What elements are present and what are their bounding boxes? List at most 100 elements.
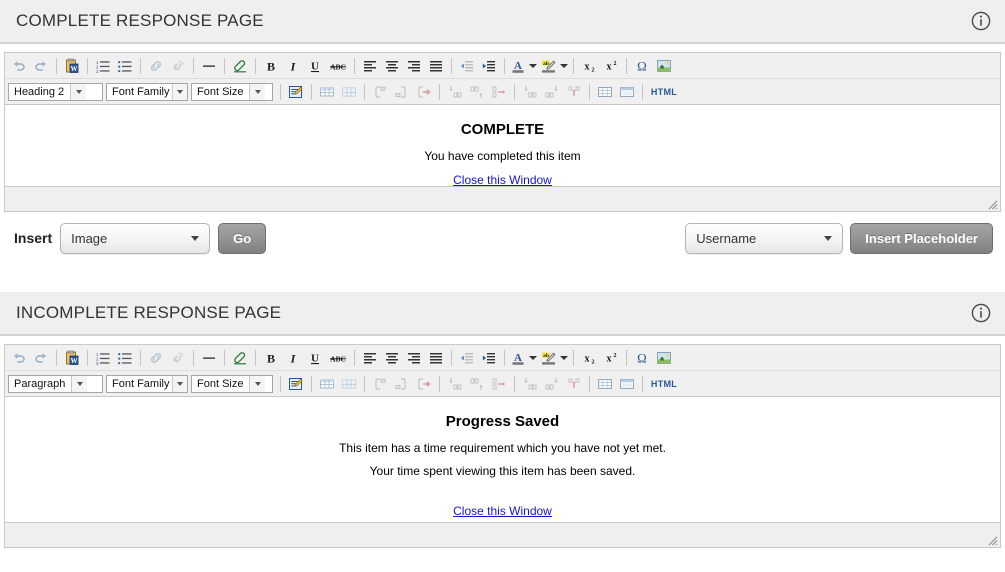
merge-cells-icon[interactable] bbox=[413, 81, 435, 103]
italic-icon[interactable]: I bbox=[282, 347, 304, 369]
edit-html-source-icon[interactable] bbox=[285, 81, 307, 103]
insert-row-before-icon[interactable] bbox=[444, 81, 466, 103]
insert-image-icon[interactable] bbox=[653, 347, 675, 369]
indent-icon[interactable] bbox=[478, 347, 500, 369]
unordered-list-icon[interactable] bbox=[114, 55, 136, 77]
format-select[interactable]: Heading 2 bbox=[8, 82, 103, 101]
strikethrough-icon[interactable]: ABC bbox=[326, 347, 350, 369]
ordered-list-icon[interactable]: 1 2 3 bbox=[92, 347, 114, 369]
go-button[interactable]: Go bbox=[218, 222, 267, 254]
align-left-icon[interactable] bbox=[359, 347, 381, 369]
text-color-dropdown-icon[interactable] bbox=[527, 55, 538, 77]
delete-column-icon[interactable] bbox=[563, 373, 585, 395]
font-family-select[interactable]: Font Family bbox=[106, 374, 188, 393]
delete-table-icon[interactable] bbox=[369, 81, 391, 103]
font-size-select[interactable]: Font Size bbox=[191, 82, 273, 101]
table-grid-icon[interactable] bbox=[594, 373, 616, 395]
indent-icon[interactable] bbox=[478, 55, 500, 77]
resize-handle-icon[interactable] bbox=[984, 196, 998, 210]
text-color-dropdown-icon[interactable] bbox=[527, 347, 538, 369]
table-cell-properties-icon[interactable] bbox=[391, 373, 413, 395]
align-justify-icon[interactable] bbox=[425, 55, 447, 77]
text-color-icon[interactable]: A bbox=[509, 347, 527, 369]
delete-row-icon[interactable] bbox=[488, 81, 510, 103]
insert-column-before-icon[interactable] bbox=[519, 373, 541, 395]
text-color-icon[interactable]: A bbox=[509, 55, 527, 77]
align-justify-icon[interactable] bbox=[425, 347, 447, 369]
chevron-down-icon[interactable] bbox=[249, 375, 266, 392]
insert-row-after-icon[interactable] bbox=[466, 373, 488, 395]
editor-content-incomplete[interactable]: Progress Saved This item has a time requ… bbox=[5, 397, 1000, 522]
align-center-icon[interactable] bbox=[381, 55, 403, 77]
resize-handle-icon[interactable] bbox=[984, 532, 998, 546]
info-circle-icon[interactable] bbox=[971, 11, 991, 31]
undo-icon[interactable] bbox=[8, 347, 30, 369]
remove-format-icon[interactable] bbox=[229, 55, 251, 77]
subscript-icon[interactable]: x2 bbox=[578, 347, 600, 369]
align-center-icon[interactable] bbox=[381, 347, 403, 369]
delete-table-icon[interactable] bbox=[369, 373, 391, 395]
info-circle-icon[interactable] bbox=[971, 303, 991, 323]
ordered-list-icon[interactable]: 1 2 3 bbox=[92, 55, 114, 77]
table-header-icon[interactable] bbox=[616, 373, 638, 395]
close-window-link[interactable]: Close this Window bbox=[453, 504, 552, 518]
insert-column-after-icon[interactable] bbox=[541, 81, 563, 103]
table-cell-properties-icon[interactable] bbox=[391, 81, 413, 103]
special-character-icon[interactable]: Ω bbox=[631, 347, 653, 369]
special-character-icon[interactable]: Ω bbox=[631, 55, 653, 77]
paste-from-word-icon[interactable]: W bbox=[61, 347, 83, 369]
insert-table-icon[interactable] bbox=[316, 81, 338, 103]
align-left-icon[interactable] bbox=[359, 55, 381, 77]
unordered-list-icon[interactable] bbox=[114, 347, 136, 369]
font-family-select[interactable]: Font Family bbox=[106, 82, 188, 101]
table-properties-icon[interactable] bbox=[338, 81, 360, 103]
underline-icon[interactable]: U bbox=[304, 55, 326, 77]
merge-cells-icon[interactable] bbox=[413, 373, 435, 395]
insert-image-icon[interactable] bbox=[653, 55, 675, 77]
bold-icon[interactable]: B bbox=[260, 55, 282, 77]
insert-table-icon[interactable] bbox=[316, 373, 338, 395]
paste-from-word-icon[interactable]: W bbox=[61, 55, 83, 77]
outdent-icon[interactable] bbox=[456, 55, 478, 77]
redo-icon[interactable] bbox=[30, 55, 52, 77]
placeholder-select[interactable]: Username bbox=[685, 222, 844, 254]
table-header-icon[interactable] bbox=[616, 81, 638, 103]
italic-icon[interactable]: I bbox=[282, 55, 304, 77]
insert-column-after-icon[interactable] bbox=[541, 373, 563, 395]
delete-column-icon[interactable] bbox=[563, 81, 585, 103]
background-color-dropdown-icon[interactable] bbox=[558, 347, 569, 369]
chevron-down-icon[interactable] bbox=[70, 83, 87, 100]
table-grid-icon[interactable] bbox=[594, 81, 616, 103]
unlink-icon[interactable] bbox=[167, 55, 189, 77]
strikethrough-icon[interactable]: ABC bbox=[326, 55, 350, 77]
html-source-label[interactable]: HTML bbox=[647, 81, 681, 103]
close-window-link[interactable]: Close this Window bbox=[453, 173, 552, 187]
redo-icon[interactable] bbox=[30, 347, 52, 369]
remove-format-icon[interactable] bbox=[229, 347, 251, 369]
subscript-icon[interactable]: x2 bbox=[578, 55, 600, 77]
insert-row-after-icon[interactable] bbox=[466, 81, 488, 103]
chevron-down-icon[interactable] bbox=[249, 83, 266, 100]
align-right-icon[interactable] bbox=[403, 347, 425, 369]
background-color-icon[interactable]: ab bbox=[538, 347, 558, 369]
insert-placeholder-button[interactable]: Insert Placeholder bbox=[850, 222, 993, 254]
unlink-icon[interactable] bbox=[167, 347, 189, 369]
font-size-select[interactable]: Font Size bbox=[191, 374, 273, 393]
format-select[interactable]: Paragraph bbox=[8, 374, 103, 393]
background-color-dropdown-icon[interactable] bbox=[558, 55, 569, 77]
horizontal-rule-icon[interactable] bbox=[198, 347, 220, 369]
outdent-icon[interactable] bbox=[456, 347, 478, 369]
align-right-icon[interactable] bbox=[403, 55, 425, 77]
edit-html-source-icon[interactable] bbox=[285, 373, 307, 395]
bold-icon[interactable]: B bbox=[260, 347, 282, 369]
insert-column-before-icon[interactable] bbox=[519, 81, 541, 103]
superscript-icon[interactable]: x2 bbox=[600, 347, 622, 369]
delete-row-icon[interactable] bbox=[488, 373, 510, 395]
chevron-down-icon[interactable] bbox=[171, 375, 187, 392]
html-source-label[interactable]: HTML bbox=[647, 373, 681, 395]
insert-type-select[interactable]: Image bbox=[60, 222, 211, 254]
insert-row-before-icon[interactable] bbox=[444, 373, 466, 395]
chevron-down-icon[interactable] bbox=[71, 375, 88, 392]
editor-content-complete[interactable]: COMPLETE You have completed this item Cl… bbox=[5, 105, 1000, 187]
insert-link-icon[interactable] bbox=[145, 347, 167, 369]
